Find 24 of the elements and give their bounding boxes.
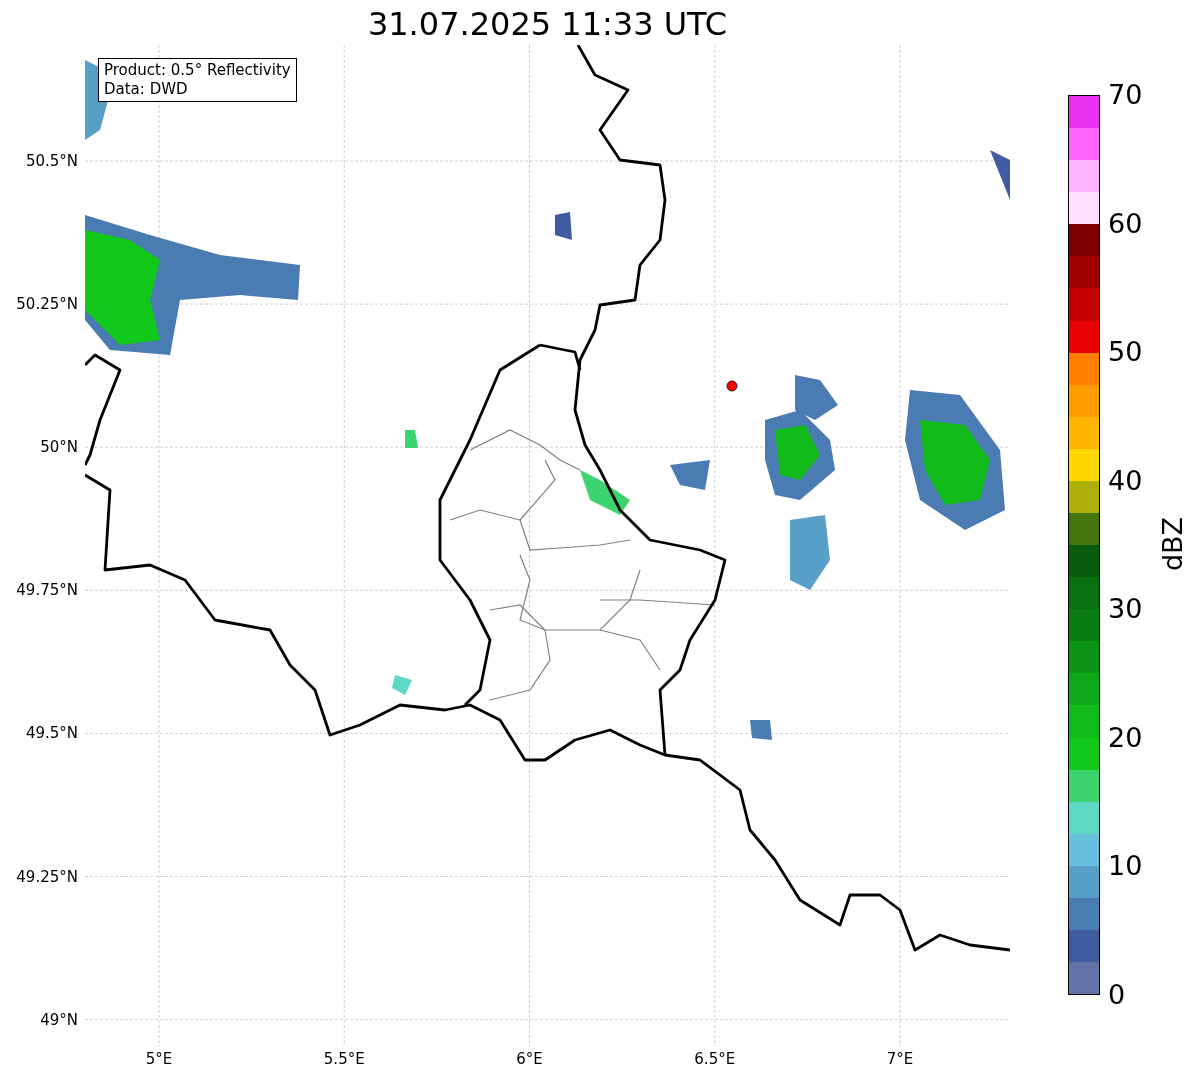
legend-text: Product: 0.5° Reflectivity bbox=[104, 61, 291, 80]
longitude-label: 6°E bbox=[515, 1050, 544, 1068]
longitude-label: 6.5°E bbox=[693, 1050, 737, 1068]
latitude-label: 50°N bbox=[40, 438, 78, 457]
colorbar-tick-label: 30 bbox=[1108, 593, 1143, 626]
latitude-label: 49°N bbox=[40, 1010, 78, 1029]
colorbar-tick-label: 70 bbox=[1108, 79, 1143, 111]
colorbar-axis-label: dBZ bbox=[1157, 516, 1190, 572]
colorbar-tick-label: 0 bbox=[1108, 979, 1126, 1011]
latitude-label: 50.25°N bbox=[16, 295, 78, 314]
latitude-label: 49.75°N bbox=[16, 581, 78, 600]
latitude-label: 49.25°N bbox=[16, 867, 78, 886]
colorbar-tick-label: 40 bbox=[1108, 464, 1143, 497]
colorbar-tick-label: 10 bbox=[1108, 850, 1143, 883]
legend-text: Data: DWD bbox=[104, 80, 189, 99]
longitude-label: 5.5°E bbox=[322, 1050, 366, 1068]
colorbar-tick-label: 20 bbox=[1108, 721, 1143, 754]
latitude-label: 50.5°N bbox=[25, 152, 78, 170]
longitude-label: 7°E bbox=[885, 1050, 915, 1068]
colorbar-tick-label: 50 bbox=[1108, 336, 1143, 369]
longitude-label: 5°E bbox=[144, 1050, 174, 1068]
colorbar-tick-label: 60 bbox=[1108, 207, 1143, 240]
chart-title: 31.07.2025 11:33 UTC bbox=[367, 5, 728, 45]
latitude-label: 49.5°N bbox=[25, 724, 78, 743]
